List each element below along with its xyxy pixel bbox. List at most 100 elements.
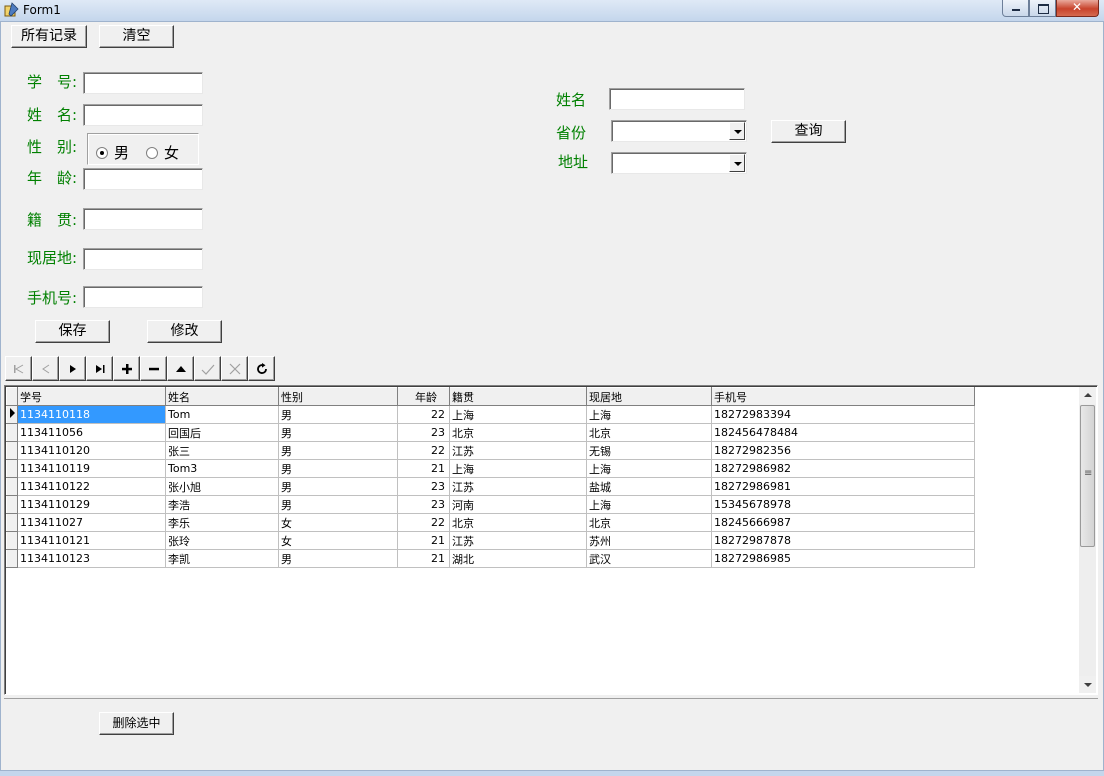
modify-button[interactable]: 修改 [147, 320, 222, 343]
address-select[interactable] [611, 152, 747, 174]
scroll-down-icon[interactable] [1079, 676, 1096, 693]
table-cell[interactable]: 1134110120 [17, 441, 166, 460]
table-cell[interactable]: 男 [278, 405, 398, 424]
table-cell[interactable]: 18272986985 [711, 549, 975, 568]
table-cell[interactable]: 张玲 [165, 531, 279, 550]
minimize-button[interactable] [1002, 0, 1029, 17]
column-header[interactable]: 学号 [17, 387, 166, 406]
row-indicator[interactable] [6, 441, 18, 460]
table-cell[interactable]: 张小旭 [165, 477, 279, 496]
table-cell[interactable]: 北京 [449, 513, 587, 532]
table-row[interactable]: 1134110123 李凯男 21 湖北 武汉 18272986985 [6, 549, 975, 568]
phone-input[interactable] [83, 286, 203, 308]
column-header[interactable]: 姓名 [165, 387, 279, 406]
age-input[interactable] [83, 168, 203, 190]
scroll-up-icon[interactable] [1079, 387, 1096, 404]
column-header[interactable]: 籍贯 [449, 387, 587, 406]
row-indicator[interactable] [6, 423, 18, 442]
table-cell[interactable]: 113411027 [17, 513, 166, 532]
gender-male-radio[interactable]: 男 [96, 142, 129, 163]
table-cell[interactable]: 北京 [586, 513, 712, 532]
table-cell[interactable]: Tom [165, 405, 279, 424]
table-cell[interactable]: 盐城 [586, 477, 712, 496]
table-cell[interactable]: 21 [397, 459, 450, 478]
cancel-record-button[interactable] [221, 356, 248, 381]
native-place-input[interactable] [83, 208, 203, 230]
name-input[interactable] [83, 104, 203, 126]
post-record-button[interactable] [194, 356, 221, 381]
row-indicator[interactable] [6, 531, 18, 550]
maximize-button[interactable] [1029, 0, 1056, 17]
table-cell[interactable]: 23 [397, 423, 450, 442]
column-header[interactable]: 手机号 [711, 387, 975, 406]
student-id-input[interactable] [83, 72, 203, 94]
table-cell[interactable]: 1134110123 [17, 549, 166, 568]
table-row[interactable]: 113411027 李乐女 22 北京 北京 18245666987 [6, 513, 975, 532]
table-cell[interactable]: 湖北 [449, 549, 587, 568]
table-row[interactable]: 113411056 回国后男 23 北京 北京 182456478484 [6, 423, 975, 442]
table-cell[interactable]: 男 [278, 549, 398, 568]
table-cell[interactable]: 18272983394 [711, 405, 975, 424]
table-cell[interactable]: 江苏 [449, 477, 587, 496]
table-cell[interactable]: 21 [397, 549, 450, 568]
table-cell[interactable]: 18272986981 [711, 477, 975, 496]
table-cell[interactable]: 上海 [449, 405, 587, 424]
row-indicator[interactable] [6, 405, 18, 424]
first-record-button[interactable] [5, 356, 32, 381]
table-cell[interactable]: 李浩 [165, 495, 279, 514]
table-cell[interactable]: 18272986982 [711, 459, 975, 478]
table-cell[interactable]: 15345678978 [711, 495, 975, 514]
table-row[interactable]: 1134110119 Tom3 男 21 上海 上海 18272986982 [6, 459, 975, 478]
insert-record-button[interactable] [113, 356, 140, 381]
table-cell[interactable]: 无锡 [586, 441, 712, 460]
save-button[interactable]: 保存 [35, 320, 110, 343]
query-button[interactable]: 查询 [771, 120, 846, 143]
table-cell[interactable]: 1134110129 [17, 495, 166, 514]
table-cell[interactable]: 23 [397, 477, 450, 496]
vertical-scrollbar[interactable] [1079, 387, 1096, 693]
province-select[interactable] [611, 120, 747, 142]
delete-record-button[interactable] [140, 356, 167, 381]
row-indicator[interactable] [6, 495, 18, 514]
clear-button[interactable]: 清空 [99, 25, 174, 48]
column-header[interactable]: 年龄 [397, 387, 450, 406]
table-cell[interactable]: 22 [397, 441, 450, 460]
table-cell[interactable]: 李乐 [165, 513, 279, 532]
chevron-down-icon[interactable] [729, 122, 745, 140]
next-record-button[interactable] [59, 356, 86, 381]
table-cell[interactable]: 22 [397, 513, 450, 532]
refresh-button[interactable] [248, 356, 275, 381]
table-cell[interactable]: 上海 [449, 459, 587, 478]
table-cell[interactable]: 回国后 [165, 423, 279, 442]
table-cell[interactable]: 23 [397, 495, 450, 514]
table-row[interactable]: 1134110120 张三男 22 江苏 无锡 18272982356 [6, 441, 975, 460]
row-indicator[interactable] [6, 459, 18, 478]
table-cell[interactable]: 苏州 [586, 531, 712, 550]
column-header[interactable]: 现居地 [586, 387, 712, 406]
table-cell[interactable]: 男 [278, 441, 398, 460]
last-record-button[interactable] [86, 356, 113, 381]
table-cell[interactable]: 1134110122 [17, 477, 166, 496]
table-cell[interactable]: 男 [278, 459, 398, 478]
table-cell[interactable]: 113411056 [17, 423, 166, 442]
table-cell[interactable]: 18245666987 [711, 513, 975, 532]
table-cell[interactable]: 男 [278, 477, 398, 496]
chevron-down-icon[interactable] [729, 154, 745, 172]
table-cell[interactable]: 21 [397, 531, 450, 550]
table-cell[interactable]: 1134110119 [17, 459, 166, 478]
row-indicator[interactable] [6, 513, 18, 532]
table-cell[interactable]: 男 [278, 495, 398, 514]
residence-input[interactable] [83, 248, 203, 270]
prior-record-button[interactable] [32, 356, 59, 381]
table-cell[interactable]: 18272982356 [711, 441, 975, 460]
delete-selected-button[interactable]: 删除选中 [99, 712, 174, 735]
row-indicator[interactable] [6, 477, 18, 496]
table-cell[interactable]: 女 [278, 513, 398, 532]
edit-record-button[interactable] [167, 356, 194, 381]
table-row[interactable]: 1134110121 张玲女 21 江苏 苏州 18272987878 [6, 531, 975, 550]
table-cell[interactable]: 河南 [449, 495, 587, 514]
table-cell[interactable]: 江苏 [449, 531, 587, 550]
table-cell[interactable]: 182456478484 [711, 423, 975, 442]
column-header[interactable]: 性别 [278, 387, 398, 406]
table-row[interactable]: 1134110118 Tom 男 22 上海 上海 18272983394 [6, 405, 975, 424]
